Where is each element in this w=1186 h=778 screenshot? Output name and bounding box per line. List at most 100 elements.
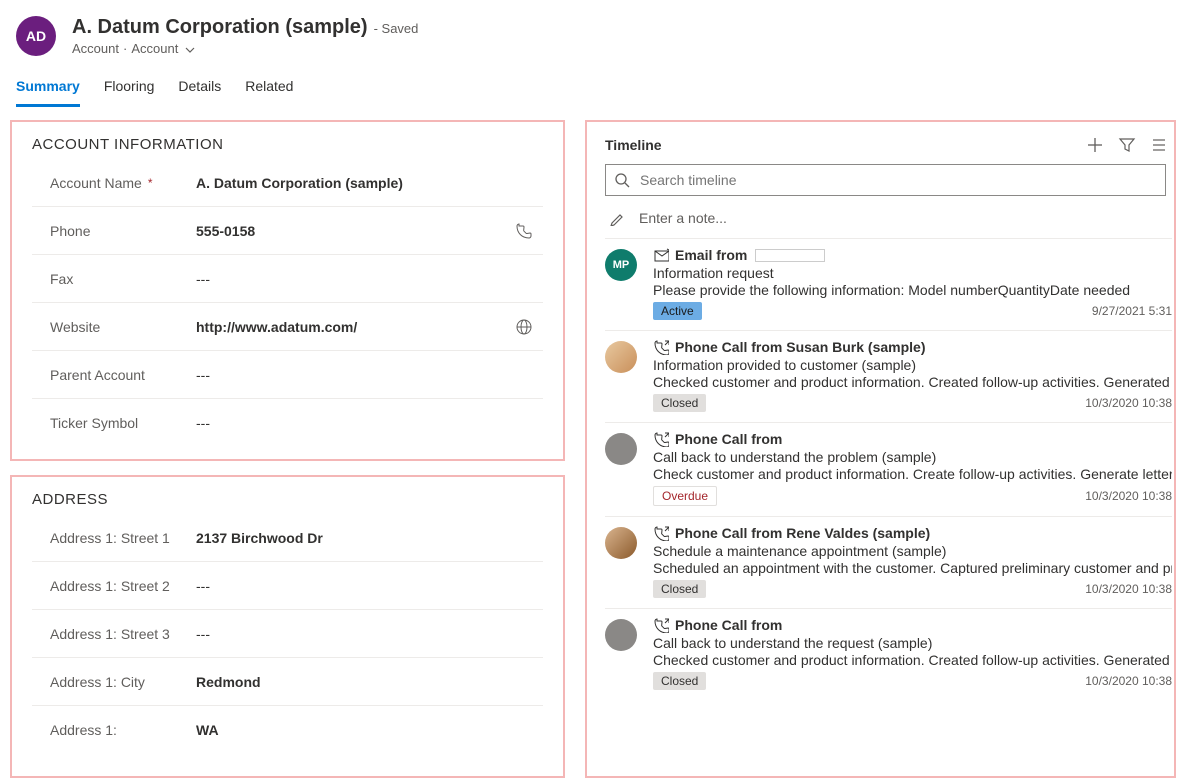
- activity-date: 9/27/2021 5:31: [1092, 304, 1172, 318]
- activity-subject: Schedule a maintenance appointment (samp…: [653, 543, 1172, 559]
- activity-subject: Information request: [653, 265, 1172, 281]
- activity-avatar: [605, 433, 637, 465]
- activity-description: Check customer and product information. …: [653, 466, 1172, 482]
- activity-avatar: MP: [605, 249, 637, 281]
- field-row[interactable]: Phone555-0158: [32, 207, 543, 255]
- activity-avatar: [605, 341, 637, 373]
- timeline-activity[interactable]: Phone Call from Rene Valdes (sample) Sche…: [605, 516, 1172, 608]
- email-icon: [653, 247, 669, 263]
- field-value[interactable]: ---: [192, 415, 515, 431]
- field-label: Address 1: Street 3: [32, 626, 192, 642]
- activity-title: Email from: [653, 247, 1172, 263]
- activity-date: 10/3/2020 10:38: [1085, 674, 1172, 688]
- section-title: ACCOUNT INFORMATION: [32, 136, 543, 153]
- search-input[interactable]: [638, 171, 1157, 189]
- pencil-icon: [609, 210, 625, 226]
- field-value[interactable]: http://www.adatum.com/: [192, 319, 515, 335]
- timeline-title: Timeline: [605, 137, 662, 153]
- activity-date: 10/3/2020 10:38: [1085, 582, 1172, 596]
- tab-flooring[interactable]: Flooring: [104, 72, 155, 107]
- saved-indicator: - Saved: [374, 21, 419, 36]
- breadcrumb[interactable]: Account · Account: [72, 41, 418, 56]
- address-section: ADDRESS Address 1: Street 12137 Birchwoo…: [10, 475, 565, 778]
- tab-related[interactable]: Related: [245, 72, 293, 107]
- timeline-activity[interactable]: Phone Call from Call back to understand t…: [605, 608, 1172, 700]
- tab-details[interactable]: Details: [178, 72, 221, 107]
- activity-title: Phone Call from: [653, 431, 1172, 447]
- field-value[interactable]: ---: [192, 578, 535, 594]
- phone-out-icon: [653, 339, 669, 355]
- field-value[interactable]: 2137 Birchwood Dr: [192, 530, 535, 546]
- filter-icon[interactable]: [1118, 136, 1136, 154]
- search-icon: [614, 172, 630, 188]
- phone-out-icon: [653, 431, 669, 447]
- activity-subject: Call back to understand the request (sam…: [653, 635, 1172, 651]
- activity-description: Please provide the following information…: [653, 282, 1172, 298]
- activity-title: Phone Call from Rene Valdes (sample): [653, 525, 1172, 541]
- timeline-activity[interactable]: Phone Call fromCall back to understand t…: [605, 422, 1172, 516]
- field-value[interactable]: 555-0158: [192, 223, 515, 239]
- status-badge: Closed: [653, 580, 706, 598]
- activity-avatar: [605, 619, 637, 651]
- tab-summary[interactable]: Summary: [16, 72, 80, 107]
- field-label: Phone: [32, 223, 192, 239]
- field-label: Website: [32, 319, 192, 335]
- chevron-down-icon: [182, 42, 196, 56]
- more-commands-icon[interactable]: [1150, 136, 1168, 154]
- activity-date: 10/3/2020 10:38: [1085, 489, 1172, 503]
- note-placeholder: Enter a note...: [639, 210, 727, 226]
- form-name: Account: [131, 41, 178, 56]
- field-value[interactable]: Redmond: [192, 674, 535, 690]
- status-badge: Overdue: [653, 486, 717, 506]
- section-title: ADDRESS: [32, 491, 543, 508]
- field-row[interactable]: Account Name*A. Datum Corporation (sampl…: [32, 159, 543, 207]
- activity-title: Phone Call from Susan Burk (sample): [653, 339, 1172, 355]
- field-value[interactable]: A. Datum Corporation (sample): [192, 175, 515, 191]
- field-row[interactable]: Address 1: CityRedmond: [32, 658, 543, 706]
- activity-description: Checked customer and product information…: [653, 374, 1172, 390]
- field-row[interactable]: Parent Account---: [32, 351, 543, 399]
- field-row[interactable]: Address 1: Street 12137 Birchwood Dr: [32, 514, 543, 562]
- phone-out-icon: [653, 525, 669, 541]
- field-label: Address 1: City: [32, 674, 192, 690]
- status-badge: Closed: [653, 672, 706, 690]
- field-value[interactable]: ---: [192, 367, 515, 383]
- field-label: Account Name*: [32, 175, 192, 191]
- field-value[interactable]: ---: [192, 626, 535, 642]
- field-row[interactable]: Fax---: [32, 255, 543, 303]
- field-value[interactable]: ---: [192, 271, 515, 287]
- field-row[interactable]: Websitehttp://www.adatum.com/: [32, 303, 543, 351]
- timeline-activity[interactable]: Phone Call from Susan Burk (sample)Infor…: [605, 330, 1172, 422]
- timeline-search[interactable]: [605, 164, 1166, 196]
- activity-date: 10/3/2020 10:38: [1085, 396, 1172, 410]
- entity-name: Account: [72, 41, 119, 56]
- redacted-sender: [755, 249, 825, 262]
- form-tabs: Summary Flooring Details Related: [0, 72, 1186, 108]
- field-row[interactable]: Address 1:WA: [32, 706, 543, 754]
- activity-description: Scheduled an appointment with the custom…: [653, 560, 1172, 576]
- add-activity-icon[interactable]: [1086, 136, 1104, 154]
- globe-icon: [515, 318, 535, 336]
- status-badge: Active: [653, 302, 702, 320]
- timeline-activity[interactable]: MP Email from Information requestPlease p…: [605, 238, 1172, 330]
- activity-avatar: [605, 527, 637, 559]
- activity-description: Checked customer and product information…: [653, 652, 1172, 668]
- field-label: Ticker Symbol: [32, 415, 192, 431]
- field-row[interactable]: Address 1: Street 3---: [32, 610, 543, 658]
- field-label: Address 1: Street 2: [32, 578, 192, 594]
- field-value[interactable]: WA: [192, 722, 535, 738]
- activity-title: Phone Call from: [653, 617, 1172, 633]
- field-label: Address 1:: [32, 722, 192, 738]
- field-label: Parent Account: [32, 367, 192, 383]
- enter-note[interactable]: Enter a note...: [605, 210, 1172, 226]
- phone-icon: [515, 222, 535, 240]
- record-avatar: AD: [16, 16, 56, 56]
- field-row[interactable]: Address 1: Street 2---: [32, 562, 543, 610]
- field-row[interactable]: Ticker Symbol---: [32, 399, 543, 447]
- record-title: A. Datum Corporation (sample): [72, 16, 368, 39]
- phone-out-icon: [653, 617, 669, 633]
- record-header: AD A. Datum Corporation (sample) - Saved…: [0, 0, 1186, 56]
- status-badge: Closed: [653, 394, 706, 412]
- account-information-section: ACCOUNT INFORMATION Account Name*A. Datu…: [10, 120, 565, 461]
- field-label: Address 1: Street 1: [32, 530, 192, 546]
